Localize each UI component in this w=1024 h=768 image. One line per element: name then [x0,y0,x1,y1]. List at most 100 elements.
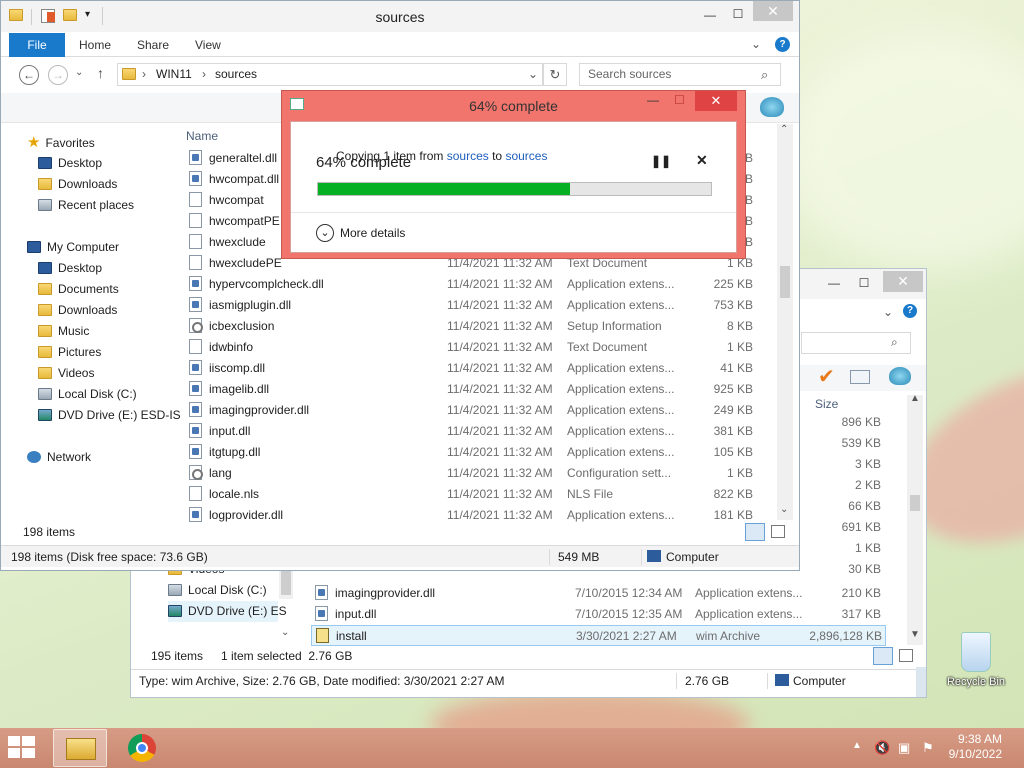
file-row[interactable]: lang 11/4/2021 11:32 AM Configuration sett… [189,463,764,484]
tab-file[interactable]: File [9,33,65,57]
tab-view[interactable]: View [181,33,235,57]
file-row[interactable]: idwbinfo 11/4/2021 11:32 AM Text Document 1… [189,337,764,358]
nav-fav-downloads[interactable]: Downloads [38,174,117,195]
file-row[interactable]: imagingprovider.dll 7/10/2015 12:34 AM App… [311,583,891,604]
nav-network[interactable]: Network [27,447,91,468]
search-input[interactable]: Search sources [579,63,781,86]
nav-my-computer[interactable]: My Computer [27,237,119,258]
clock[interactable]: 9:38 AM 9/10/2022 [949,732,1002,762]
maximize-icon[interactable]: ☐ [851,273,877,294]
nav-back-dvd-drive-e-es[interactable]: DVD Drive (E:) ES [168,601,287,622]
minimize-icon[interactable]: — [647,93,659,107]
nav-favorites[interactable]: ★ Favorites [27,132,95,153]
file-row[interactable]: input.dll 7/10/2015 12:35 AM Application e… [311,604,891,625]
search-icon[interactable]: ⌕ [761,67,768,83]
nav-pc-dvd-drive-e-esd-is[interactable]: DVD Drive (E:) ESD-IS [38,405,181,426]
scroll-thumb[interactable] [910,495,920,511]
address-dropdown-icon[interactable]: ⌄ [528,64,538,85]
file-row[interactable]: iiscomp.dll 11/4/2021 11:32 AM Application… [189,358,764,379]
tiles-view-icon[interactable] [771,525,785,538]
expand-ribbon-icon[interactable]: ⌄ [751,37,761,51]
expand-ribbon-icon[interactable]: ⌄ [883,305,893,319]
nav-fav-recent-places[interactable]: Recent places [38,195,134,216]
file-row[interactable]: input.dll 11/4/2021 11:32 AM Application e… [189,421,764,442]
start-button[interactable] [8,736,38,762]
expand-details-icon[interactable]: ⌄ [316,224,334,242]
file-row[interactable]: hypervcomplcheck.dll 11/4/2021 11:32 AM Ap… [189,274,764,295]
minimize-icon[interactable]: — [697,5,723,26]
help-icon[interactable]: ? [903,304,917,318]
file-row[interactable]: imagingprovider.dll 11/4/2021 11:32 AM App… [189,400,764,421]
more-details-link[interactable]: More details [340,226,405,240]
file-row[interactable]: locale.nls 11/4/2021 11:32 AM NLS File 822 … [189,484,764,505]
source-link[interactable]: sources [447,149,489,163]
close-icon[interactable]: ✕ [695,91,737,111]
back-scrollbar[interactable]: ▲ ▼ [907,393,923,645]
nav-pc-downloads[interactable]: Downloads [38,300,117,321]
file-row[interactable]: logprovider.dll 11/4/2021 11:32 AM Applica… [189,505,764,522]
forward-arrow-icon[interactable]: → [48,65,68,85]
breadcrumb-sources[interactable]: sources [215,64,257,85]
taskbar-chrome[interactable] [116,729,170,767]
tab-home[interactable]: Home [65,33,125,57]
details-view-icon[interactable] [745,523,765,541]
search-icon[interactable]: ⌕ [891,335,898,350]
show-hidden-icons[interactable]: ▲ [852,740,862,751]
file-row[interactable]: imagelib.dll 11/4/2021 11:32 AM Applicatio… [189,379,764,400]
size-column-header[interactable]: Size [815,397,838,411]
nav-pc-documents[interactable]: Documents [38,279,119,300]
copy-progress-dialog[interactable]: 64% complete — ☐ ✕ Copying 1 item from s… [281,90,746,259]
nav-pc-videos[interactable]: Videos [38,363,94,384]
file-row[interactable]: icbexclusion 11/4/2021 11:32 AM Setup Info… [189,316,764,337]
tiles-view-icon[interactable] [899,649,913,662]
main-explorer-window[interactable]: ▾ sources — ☐ ✕ File Home Share View ⌄ ? ← … [0,0,800,571]
scroll-up-icon[interactable]: ▲ [910,393,920,404]
nav-back-local-disk-c-[interactable]: Local Disk (C:) [168,580,267,601]
cancel-icon[interactable]: ✕ [696,152,708,169]
breadcrumb-chevron-icon[interactable]: › [142,64,146,85]
tab-share[interactable]: Share [123,33,183,57]
scroll-down-icon[interactable]: ⌄ [780,504,788,515]
address-bar[interactable]: › WIN11 › sources ⌄ [117,63,543,86]
details-view-icon[interactable] [873,647,893,665]
recent-locations-icon[interactable]: ⌄ [75,67,83,78]
name-column-header[interactable]: Name [186,129,218,143]
main-titlebar[interactable]: ▾ sources — ☐ ✕ [1,1,799,32]
up-arrow-icon[interactable]: ↑ [97,65,104,81]
file-row[interactable]: iasmigplugin.dll 11/4/2021 11:32 AM Applic… [189,295,764,316]
scroll-thumb[interactable] [780,266,790,298]
breadcrumb-chevron-icon[interactable]: › [202,64,206,85]
refresh-icon[interactable]: ↻ [543,63,567,86]
properties-icon[interactable] [850,370,870,384]
shell-icon[interactable] [760,97,784,117]
nav-scroll-down-icon[interactable]: ⌄ [281,627,289,638]
maximize-icon[interactable]: ☐ [725,4,751,25]
file-row[interactable]: itgtupg.dll 11/4/2021 11:32 AM Application… [189,442,764,463]
maximize-icon[interactable]: ☐ [674,93,685,107]
nav-fav-desktop[interactable]: Desktop [38,153,102,174]
scroll-up-icon[interactable]: ⌃ [780,124,788,135]
close-icon[interactable]: ✕ [753,1,793,21]
back-arrow-icon[interactable]: ← [19,65,39,85]
shell-icon[interactable] [889,367,911,385]
nav-pc-local-disk-c-[interactable]: Local Disk (C:) [38,384,137,405]
checkmark-icon[interactable]: ✔ [818,364,835,389]
taskbar-file-explorer[interactable] [53,729,107,767]
file-row[interactable]: install 3/30/2021 2:27 AM wim Archive 2,896… [311,625,886,646]
nav-pc-pictures[interactable]: Pictures [38,342,101,363]
file-scrollbar[interactable]: ⌃ ⌄ [777,124,793,520]
minimize-icon[interactable]: — [821,273,847,294]
pause-icon[interactable]: ❚❚ [651,154,671,168]
nav-pc-desktop[interactable]: Desktop [38,258,102,279]
volume-muted-icon[interactable]: 🔇 [874,740,890,756]
close-icon[interactable]: ✕ [883,271,923,292]
destination-link[interactable]: sources [505,149,547,163]
scroll-down-icon[interactable]: ▼ [910,629,920,640]
breadcrumb-win11[interactable]: WIN11 [156,64,192,85]
action-center-icon[interactable]: ⚑ [922,740,934,756]
recycle-bin[interactable]: Recycle Bin [938,632,1014,696]
help-icon[interactable]: ? [775,37,790,52]
network-icon[interactable]: ▣ [898,740,910,756]
nav-pc-music[interactable]: Music [38,321,89,342]
back-resize-edge[interactable] [916,667,926,697]
